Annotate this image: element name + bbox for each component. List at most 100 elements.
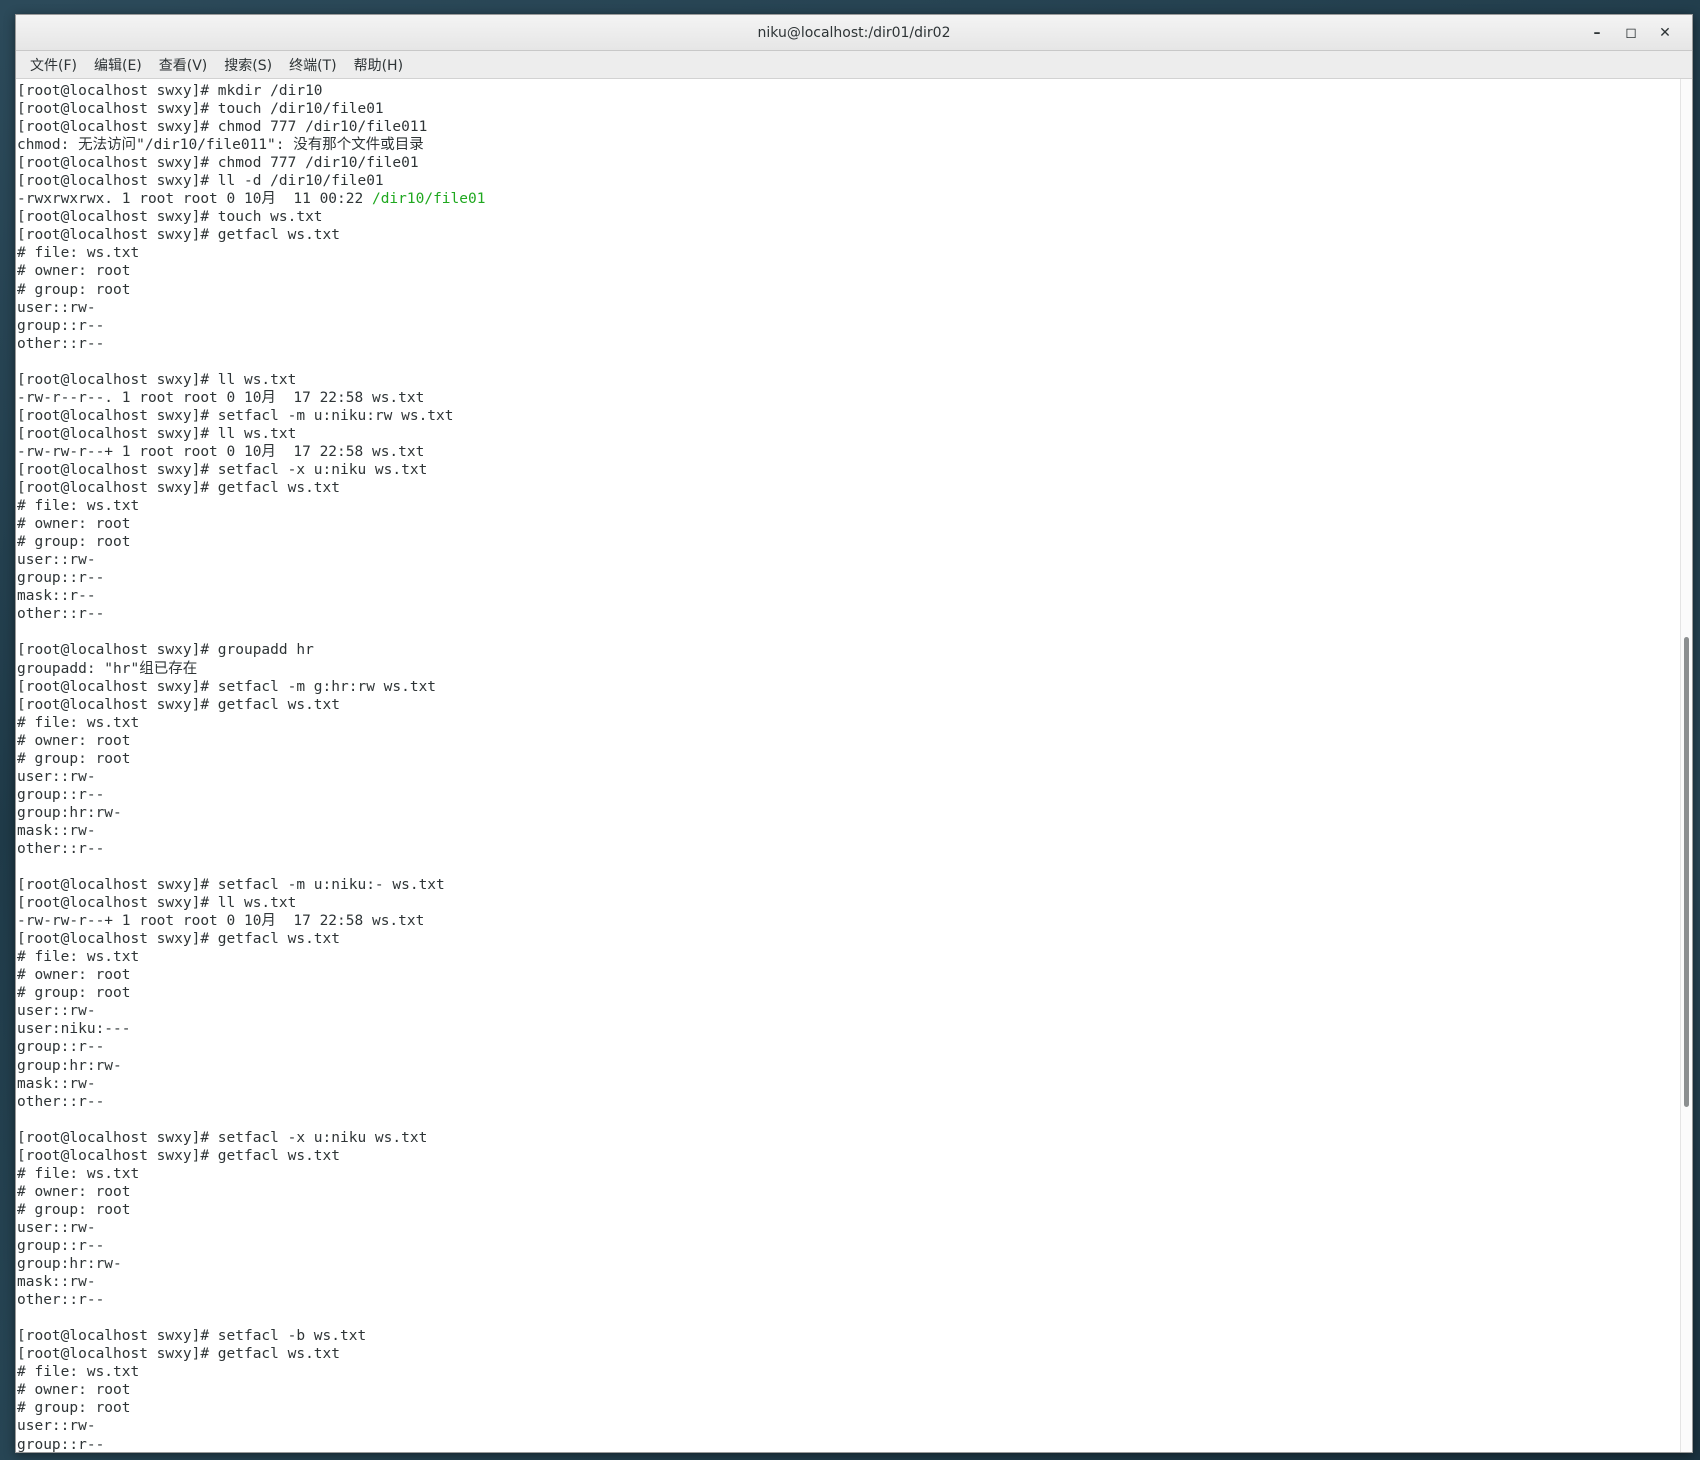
terminal-line: user::rw-	[17, 551, 1676, 569]
minimize-icon: –	[1593, 24, 1601, 41]
scrollbar-track[interactable]	[1680, 79, 1692, 1452]
terminal-line: [root@localhost swxy]# setfacl -x u:niku…	[17, 1129, 1676, 1147]
close-button[interactable]: ✕	[1648, 19, 1682, 47]
terminal-line-text: user::rw-	[17, 1219, 96, 1236]
terminal-line-text: [root@localhost swxy]# getfacl ws.txt	[17, 1346, 341, 1363]
terminal-line: -rw-rw-r--+ 1 root root 0 10月 17 22:58 w…	[17, 912, 1676, 930]
menu-file[interactable]: 文件(F)	[23, 55, 84, 75]
terminal-line: # owner: root	[17, 732, 1676, 750]
window-title: niku@localhost:/dir01/dir02	[757, 24, 951, 41]
terminal-line-text: [root@localhost swxy]# chmod 777 /dir10/…	[17, 155, 419, 172]
terminal-line: # group: root	[17, 281, 1676, 299]
terminal-line: mask::rw-	[17, 822, 1676, 840]
terminal-line: user::rw-	[17, 1002, 1676, 1020]
terminal-line: other::r--	[17, 1291, 1676, 1309]
terminal-line: [root@localhost swxy]# getfacl ws.txt	[17, 930, 1676, 948]
terminal-line-text: other::r--	[17, 1292, 105, 1309]
terminal-line-text: # owner: root	[17, 967, 131, 984]
minimize-button[interactable]: –	[1580, 19, 1614, 47]
terminal-line-text: # owner: root	[17, 1382, 131, 1399]
terminal-line: [root@localhost swxy]# setfacl -m u:niku…	[17, 407, 1676, 425]
menu-terminal[interactable]: 终端(T)	[282, 55, 343, 75]
terminal-line-text: [root@localhost swxy]# ll ws.txt	[17, 371, 297, 388]
terminal-line-text: mask::rw-	[17, 822, 96, 839]
terminal-line-text: -rw-r--r--. 1 root root 0 10月 17 22:58 w…	[17, 389, 425, 406]
terminal-line-text: # file: ws.txt	[17, 1165, 140, 1182]
scrollbar-thumb[interactable]	[1684, 637, 1689, 1107]
terminal-line: group::r--	[17, 1038, 1676, 1056]
terminal-line: # file: ws.txt	[17, 497, 1676, 515]
menu-search[interactable]: 搜索(S)	[217, 55, 279, 75]
terminal-line-text: # owner: root	[17, 732, 131, 749]
menu-help[interactable]: 帮助(H)	[347, 55, 410, 75]
terminal-line: # group: root	[17, 984, 1676, 1002]
terminal-line: other::r--	[17, 1093, 1676, 1111]
terminal-line-text: group::r--	[17, 317, 105, 334]
terminal-line-text: user::rw-	[17, 1418, 96, 1435]
terminal-line-text: group::r--	[17, 570, 105, 587]
terminal-line: -rw-r--r--. 1 root root 0 10月 17 22:58 w…	[17, 389, 1676, 407]
terminal-line: [root@localhost swxy]# touch ws.txt	[17, 208, 1676, 226]
terminal-line-text: other::r--	[17, 840, 105, 857]
terminal-line: # group: root	[17, 1201, 1676, 1219]
terminal-line: [root@localhost swxy]# setfacl -m g:hr:r…	[17, 678, 1676, 696]
terminal-line: [root@localhost swxy]# setfacl -m u:niku…	[17, 876, 1676, 894]
terminal-line-text: other::r--	[17, 1093, 105, 1110]
terminal-line: group::r--	[17, 786, 1676, 804]
terminal-line-text: # group: root	[17, 1400, 131, 1417]
terminal-line: group::r--	[17, 1436, 1676, 1452]
terminal-line-text: # file: ws.txt	[17, 498, 140, 515]
terminal-line-text: [root@localhost swxy]# getfacl ws.txt	[17, 696, 341, 713]
terminal-line-text: user:niku:---	[17, 1021, 131, 1038]
terminal-output[interactable]: [root@localhost swxy]# mkdir /dir10 [root…	[16, 79, 1692, 1452]
menu-edit[interactable]: 编辑(E)	[87, 55, 149, 75]
terminal-line: group:hr:rw-	[17, 1255, 1676, 1273]
terminal-line: # file: ws.txt	[17, 244, 1676, 262]
terminal-line: user:niku:---	[17, 1020, 1676, 1038]
terminal-line-text: [root@localhost swxy]# setfacl -m g:hr:r…	[17, 678, 437, 695]
terminal-line-text: group:hr:rw-	[17, 804, 122, 821]
title-bar[interactable]: niku@localhost:/dir01/dir02 – ◻ ✕	[16, 15, 1692, 51]
terminal-line-text: user::rw-	[17, 552, 96, 569]
window-controls: – ◻ ✕	[1580, 15, 1682, 50]
terminal-line-text: group::r--	[17, 1238, 105, 1254]
terminal-line-text: [root@localhost swxy]# setfacl -m u:niku…	[17, 877, 445, 894]
terminal-line-text: group::r--	[17, 1436, 105, 1452]
maximize-button[interactable]: ◻	[1614, 19, 1648, 47]
terminal-line-text: # group: root	[17, 985, 131, 1002]
terminal-line: # owner: root	[17, 1183, 1676, 1201]
terminal-line: # file: ws.txt	[17, 1165, 1676, 1183]
terminal-line: group::r--	[17, 569, 1676, 587]
terminal-line-text: -rw-rw-r--+ 1 root root 0 10月 17 22:58 w…	[17, 443, 425, 460]
menu-view[interactable]: 查看(V)	[152, 55, 215, 75]
terminal-line-text: # group: root	[17, 750, 131, 767]
terminal-line-text: [root@localhost swxy]# mkdir /dir10	[17, 83, 323, 99]
terminal-line-text: [root@localhost swxy]# getfacl ws.txt	[17, 931, 341, 948]
terminal-line: [root@localhost swxy]# chmod 777 /dir10/…	[17, 118, 1676, 136]
terminal-line: user::rw-	[17, 1417, 1676, 1435]
terminal-line-text: mask::r--	[17, 588, 96, 605]
menu-bar: 文件(F) 编辑(E) 查看(V) 搜索(S) 终端(T) 帮助(H)	[16, 51, 1692, 79]
terminal-line: user::rw-	[17, 299, 1676, 317]
terminal-line: [root@localhost swxy]# getfacl ws.txt	[17, 226, 1676, 244]
terminal-line-text: user::rw-	[17, 1003, 96, 1020]
terminal-line: mask::r--	[17, 587, 1676, 605]
terminal-line: # file: ws.txt	[17, 1363, 1676, 1381]
terminal-line: [root@localhost swxy]# mkdir /dir10	[17, 82, 1676, 100]
terminal-line: # file: ws.txt	[17, 714, 1676, 732]
terminal-line-text: [root@localhost swxy]# setfacl -x u:niku…	[17, 1129, 428, 1146]
terminal-line-text: [root@localhost swxy]# ll ws.txt	[17, 425, 297, 442]
terminal-line: user::rw-	[17, 768, 1676, 786]
terminal-lines: [root@localhost swxy]# mkdir /dir10 [root…	[17, 82, 1676, 1452]
terminal-line: [root@localhost swxy]# getfacl ws.txt	[17, 479, 1676, 497]
terminal-line-text: other::r--	[17, 335, 105, 352]
terminal-line-text: # owner: root	[17, 263, 131, 280]
terminal-line-text: [root@localhost swxy]# getfacl ws.txt	[17, 1147, 341, 1164]
terminal-line: group::r--	[17, 1237, 1676, 1255]
terminal-line-text: # owner: root	[17, 1183, 131, 1200]
terminal-line: [root@localhost swxy]# touch /dir10/file…	[17, 100, 1676, 118]
